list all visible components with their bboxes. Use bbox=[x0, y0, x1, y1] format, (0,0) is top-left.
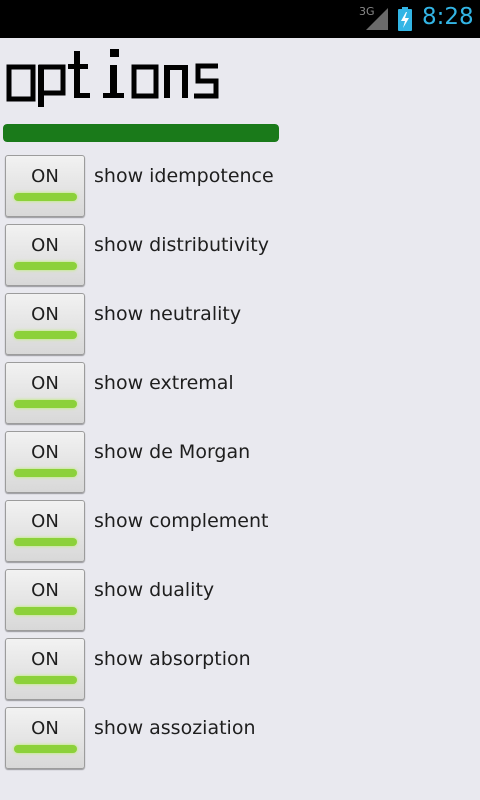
toggle-on-indicator bbox=[14, 538, 77, 546]
idempotence-toggle-button[interactable]: ON bbox=[5, 155, 85, 217]
option-label: show extremal bbox=[94, 372, 234, 394]
extremal-toggle-button[interactable]: ON bbox=[5, 362, 85, 424]
option-label: show de Morgan bbox=[94, 441, 251, 463]
toggle-on-indicator bbox=[14, 262, 77, 270]
duality-toggle-button[interactable]: ON bbox=[5, 569, 85, 631]
option-row-de-morgan: ON show de Morgan bbox=[0, 430, 480, 499]
option-label: show distributivity bbox=[94, 234, 269, 256]
option-label: show complement bbox=[94, 510, 269, 532]
option-row-duality: ON show duality bbox=[0, 568, 480, 637]
progress-bar bbox=[3, 124, 279, 142]
toggle-on-indicator bbox=[14, 400, 77, 408]
option-label: show assoziation bbox=[94, 717, 256, 739]
option-row-distributivity: ON show distributivity bbox=[0, 223, 480, 292]
clock: 8:28 bbox=[422, 4, 474, 30]
option-label: show neutrality bbox=[94, 303, 242, 325]
toggle-on-indicator bbox=[14, 469, 77, 477]
distributivity-toggle-button[interactable]: ON bbox=[5, 224, 85, 286]
toggle-label: ON bbox=[31, 718, 59, 739]
option-row-absorption: ON show absorption bbox=[0, 637, 480, 706]
option-label: show idempotence bbox=[94, 165, 274, 187]
progress-fill bbox=[3, 124, 279, 142]
toggle-label: ON bbox=[31, 511, 59, 532]
neutrality-toggle-button[interactable]: ON bbox=[5, 293, 85, 355]
assoziation-toggle-button[interactable]: ON bbox=[5, 707, 85, 769]
option-row-neutrality: ON show neutrality bbox=[0, 292, 480, 361]
toggle-label: ON bbox=[31, 304, 59, 325]
toggle-label: ON bbox=[31, 442, 59, 463]
option-label: show duality bbox=[94, 579, 215, 601]
toggle-on-indicator bbox=[14, 607, 77, 615]
signal-icon bbox=[366, 8, 388, 30]
toggle-on-indicator bbox=[14, 193, 77, 201]
toggle-on-indicator bbox=[14, 745, 77, 753]
toggle-on-indicator bbox=[14, 676, 77, 684]
option-row-idempotence: ON show idempotence bbox=[0, 154, 480, 223]
toggle-label: ON bbox=[31, 166, 59, 187]
toggle-label: ON bbox=[31, 373, 59, 394]
page-title: options bbox=[6, 49, 219, 107]
absorption-toggle-button[interactable]: ON bbox=[5, 638, 85, 700]
option-row-assoziation: ON show assoziation bbox=[0, 706, 480, 775]
toggle-label: ON bbox=[31, 580, 59, 601]
de-morgan-toggle-button[interactable]: ON bbox=[5, 431, 85, 493]
option-row-complement: ON show complement bbox=[0, 499, 480, 568]
complement-toggle-button[interactable]: ON bbox=[5, 500, 85, 562]
toggle-label: ON bbox=[31, 235, 59, 256]
toggle-on-indicator bbox=[14, 331, 77, 339]
option-label: show absorption bbox=[94, 648, 251, 670]
status-bar: 3G 8:28 bbox=[0, 0, 480, 38]
battery-charging-icon bbox=[398, 7, 412, 31]
toggle-label: ON bbox=[31, 649, 59, 670]
option-row-extremal: ON show extremal bbox=[0, 361, 480, 430]
